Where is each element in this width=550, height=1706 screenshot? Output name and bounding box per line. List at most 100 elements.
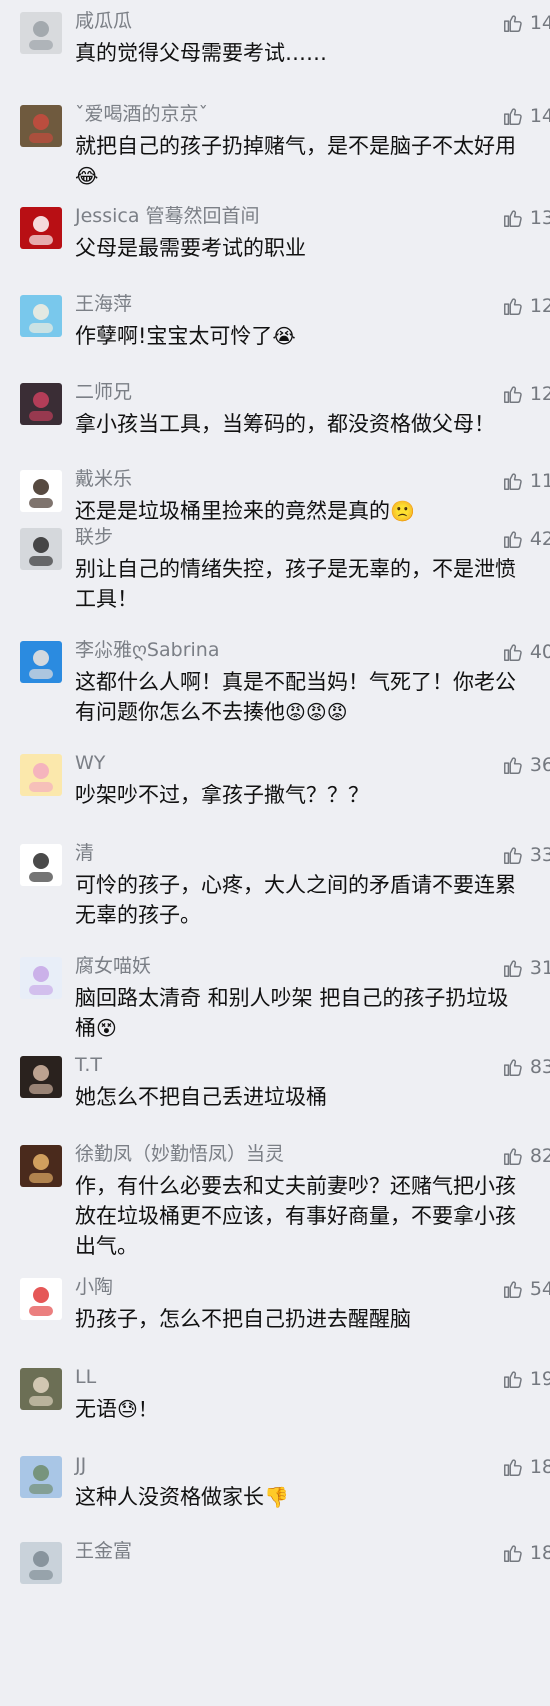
comment-body: 父母是最需要考试的职业: [75, 236, 306, 260]
like-button[interactable]: 19: [502, 1366, 550, 1392]
commenter-name[interactable]: 王金富: [75, 1538, 132, 1564]
comment-body: 作，有什么必要去和丈夫前妻吵？还赌气把小孩放在垃圾桶更不应该，有事好商量，不要拿…: [75, 1174, 516, 1258]
commenter-name[interactable]: 腐女喵妖: [75, 953, 151, 979]
commenter-name[interactable]: Jessica 管蓦然回首间: [75, 203, 260, 229]
like-button[interactable]: 33: [502, 842, 550, 868]
avatar[interactable]: [20, 207, 62, 249]
list-item[interactable]: 小陶 54 扔孩子，怎么不把自己扔进去醒醒脑: [0, 1266, 550, 1356]
list-item[interactable]: WY 36 吵架吵不过，拿孩子撒气？？？: [0, 742, 550, 832]
avatar[interactable]: [20, 1542, 62, 1584]
like-button[interactable]: 83: [502, 1054, 550, 1080]
like-button[interactable]: 12: [502, 381, 550, 407]
avatar[interactable]: [20, 528, 62, 570]
comment-body: 脑回路太清奇 和别人吵架 把自己的孩子扔垃圾桶: [75, 986, 509, 1040]
avatar[interactable]: [20, 1456, 62, 1498]
avatar[interactable]: [20, 1145, 62, 1187]
like-button[interactable]: 14: [502, 10, 550, 36]
thumbs-up-icon: [502, 844, 524, 866]
thumbs-up-icon: [502, 528, 524, 550]
thumbs-up-icon: [502, 957, 524, 979]
like-button[interactable]: 14: [502, 103, 550, 129]
thumbs-up-icon: [502, 1056, 524, 1078]
comment-text: 就把自己的孩子扔掉赌气，是不是脑子不太好用 😂: [75, 131, 527, 191]
like-count: 14: [529, 12, 550, 34]
comment-text: 作，有什么必要去和丈夫前妻吵？还赌气把小孩放在垃圾桶更不应该，有事好商量，不要拿…: [75, 1171, 527, 1261]
like-button[interactable]: 18: [502, 1454, 550, 1480]
comment-body: 真的觉得父母需要考试……: [75, 41, 327, 65]
avatar[interactable]: [20, 383, 62, 425]
like-count: 31: [529, 957, 550, 979]
list-item[interactable]: LL 19 无语😓！: [0, 1356, 550, 1444]
commenter-name[interactable]: WY: [75, 750, 105, 776]
commenter-name[interactable]: T.T: [75, 1052, 102, 1078]
like-count: 33: [529, 844, 550, 866]
commenter-name[interactable]: 戴米乐: [75, 466, 132, 492]
commenter-name[interactable]: 清: [75, 840, 94, 866]
list-item[interactable]: 徐勤凤（妙勤悟凤）当灵 82 作，有什么必要去和丈夫前妻吵？还赌气把小孩放在垃圾桶更…: [0, 1133, 550, 1266]
list-item[interactable]: 腐女喵妖 31 脑回路太清奇 和别人吵架 把自己的孩子扔垃圾桶😵: [0, 945, 550, 1044]
comment-text: 作孽啊!宝宝太可怜了😭: [75, 321, 527, 351]
thumbs-up-icon: [502, 641, 524, 663]
avatar[interactable]: [20, 105, 62, 147]
commenter-name[interactable]: 小陶: [75, 1274, 113, 1300]
list-item[interactable]: ˇ爱喝酒的京京ˇ 14 就把自己的孩子扔掉赌气，是不是脑子不太好用 😂: [0, 93, 550, 195]
like-count: 18: [529, 1542, 550, 1564]
emoji-icon: 😂: [75, 164, 99, 188]
commenter-name[interactable]: ˇ爱喝酒的京京ˇ: [75, 101, 208, 127]
commenter-name[interactable]: JJ: [75, 1452, 86, 1478]
list-item[interactable]: 李尛雅ღSabrina 40 这都什么人啊！真是不配当妈！气死了！你老公有问题你怎么…: [0, 629, 550, 742]
commenter-name[interactable]: 李尛雅ღSabrina: [75, 637, 219, 663]
avatar[interactable]: [20, 1278, 62, 1320]
list-item[interactable]: 联步 42 别让自己的情绪失控，孩子是无辜的，不是泄愤工具！: [0, 516, 550, 629]
like-button[interactable]: 11: [502, 468, 550, 494]
commenter-name[interactable]: LL: [75, 1364, 96, 1390]
list-item[interactable]: T.T 83 她怎么不把自己丢进垃圾桶: [0, 1044, 550, 1133]
like-button[interactable]: 82: [502, 1143, 550, 1169]
comment-text: 真的觉得父母需要考试……: [75, 38, 527, 68]
avatar[interactable]: [20, 844, 62, 886]
emoji-icon: 😡😡😡: [285, 700, 348, 724]
like-count: 82: [529, 1145, 550, 1167]
commenter-name[interactable]: 联步: [75, 524, 113, 550]
list-item[interactable]: JJ 18 这种人没资格做家长👎: [0, 1444, 550, 1530]
commenter-name[interactable]: 徐勤凤（妙勤悟凤）当灵: [75, 1141, 284, 1167]
thumbs-up-icon: [502, 1145, 524, 1167]
list-item[interactable]: 王金富 18: [0, 1530, 550, 1600]
like-count: 14: [529, 105, 550, 127]
commenter-name[interactable]: 王海萍: [75, 291, 132, 317]
thumbs-up-icon: [502, 1368, 524, 1390]
list-item[interactable]: 清 33 可怜的孩子，心疼，大人之间的矛盾请不要连累无辜的孩子。: [0, 832, 550, 945]
like-button[interactable]: 40: [502, 639, 550, 665]
avatar[interactable]: [20, 1056, 62, 1098]
comment-body: 她怎么不把自己丢进垃圾桶: [75, 1085, 327, 1109]
like-button[interactable]: 36: [502, 752, 550, 778]
commenter-name[interactable]: 二师兄: [75, 379, 132, 405]
avatar[interactable]: [20, 12, 62, 54]
like-button[interactable]: 13: [502, 205, 550, 231]
thumbs-up-icon: [502, 105, 524, 127]
like-count: 11: [529, 470, 550, 492]
commenter-name[interactable]: 咸瓜瓜: [75, 8, 132, 34]
emoji-icon: 😓！: [117, 1397, 158, 1421]
list-item[interactable]: 二师兄 12 拿小孩当工具，当筹码的，都没资格做父母！: [0, 371, 550, 458]
comment-body: 拿小孩当工具，当筹码的，都没资格做父母！: [75, 412, 495, 436]
list-item[interactable]: Jessica 管蓦然回首间 13 父母是最需要考试的职业: [0, 195, 550, 283]
avatar[interactable]: [20, 470, 62, 512]
avatar[interactable]: [20, 754, 62, 796]
like-button[interactable]: 42: [502, 526, 550, 552]
list-item[interactable]: 咸瓜瓜 14 真的觉得父母需要考试……: [0, 0, 550, 90]
thumbs-up-icon: [502, 1456, 524, 1478]
comment-text: 吵架吵不过，拿孩子撒气？？？: [75, 780, 527, 810]
like-button[interactable]: 12: [502, 293, 550, 319]
like-button[interactable]: 54: [502, 1276, 550, 1302]
avatar[interactable]: [20, 295, 62, 337]
avatar[interactable]: [20, 1368, 62, 1410]
like-button[interactable]: 18: [502, 1540, 550, 1566]
list-item[interactable]: 戴米乐 11 还是是垃圾桶里捡来的竟然是真的🙁: [0, 458, 550, 523]
avatar[interactable]: [20, 957, 62, 999]
avatar[interactable]: [20, 641, 62, 683]
thumbs-up-icon: [502, 1542, 524, 1564]
list-item[interactable]: 王海萍 12 作孽啊!宝宝太可怜了😭: [0, 283, 550, 371]
comment-body: 吵架吵不过，拿孩子撒气？？？: [75, 783, 369, 807]
like-button[interactable]: 31: [502, 955, 550, 981]
